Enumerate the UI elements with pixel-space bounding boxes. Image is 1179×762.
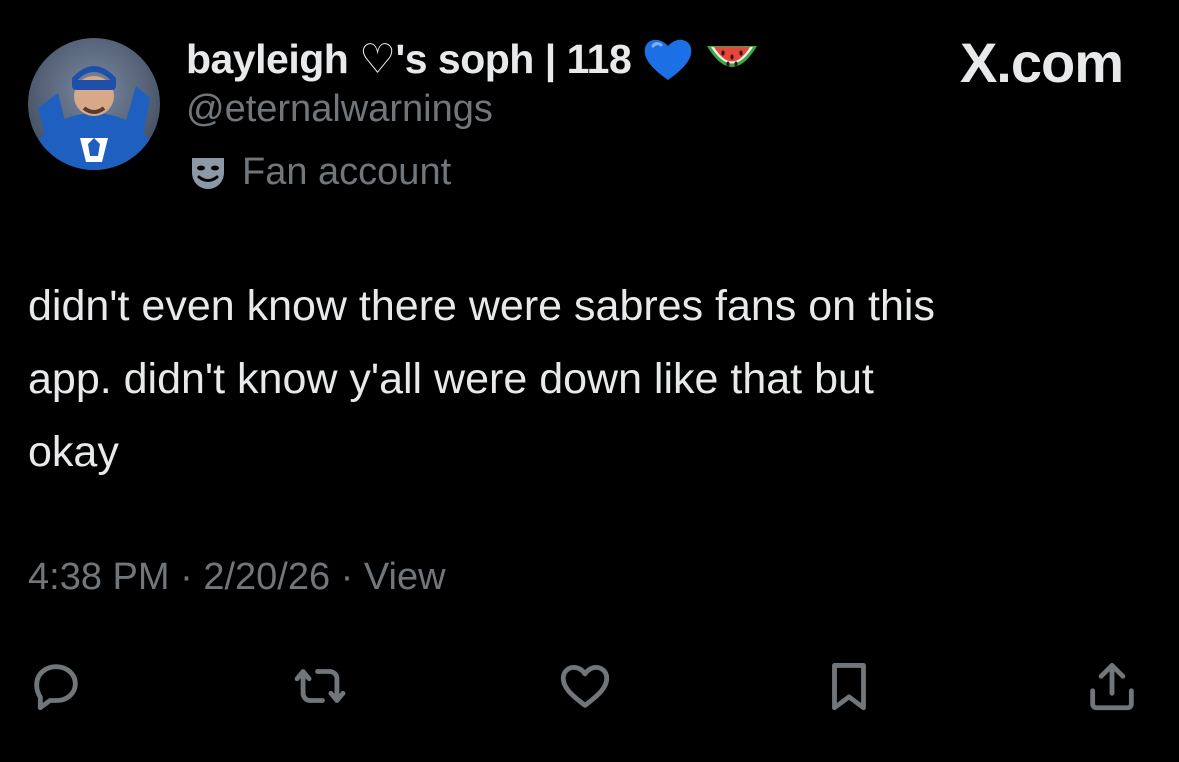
post-time[interactable]: 4:38 PM	[28, 556, 170, 598]
action-bar	[0, 650, 1179, 720]
share-button[interactable]	[1080, 654, 1144, 718]
heart-icon	[560, 664, 610, 708]
affiliation-text: Fan account	[242, 150, 452, 193]
like-button[interactable]	[553, 654, 617, 718]
blue-heart-icon	[641, 36, 695, 82]
post-text: didn't even know there were sabres fans …	[28, 282, 935, 476]
watermelon-icon	[705, 36, 759, 82]
brand-logo: X.com	[959, 31, 1124, 94]
reply-button[interactable]	[24, 654, 88, 718]
share-icon	[1090, 663, 1134, 711]
meta-separator: ·	[330, 556, 364, 598]
performing-arts-mask-icon	[188, 152, 228, 192]
display-name-text: bayleigh ♡'s soph | 118	[186, 36, 632, 82]
user-handle[interactable]: @eternalwarnings	[186, 88, 493, 131]
bookmark-icon	[832, 663, 866, 711]
avatar[interactable]	[28, 38, 160, 170]
views-link[interactable]: View	[364, 556, 446, 598]
post-date[interactable]: 2/20/26	[203, 556, 330, 598]
affiliation-label[interactable]: Fan account	[188, 148, 451, 196]
repost-button[interactable]	[288, 654, 352, 718]
repost-icon	[294, 669, 346, 703]
display-name[interactable]: bayleigh ♡'s soph | 118	[186, 34, 759, 84]
avatar-image	[28, 38, 160, 170]
reply-icon	[34, 664, 78, 711]
post-meta: 4:38 PM · 2/20/26 · View	[28, 556, 446, 599]
bookmark-button[interactable]	[817, 654, 881, 718]
meta-separator: ·	[169, 556, 204, 598]
